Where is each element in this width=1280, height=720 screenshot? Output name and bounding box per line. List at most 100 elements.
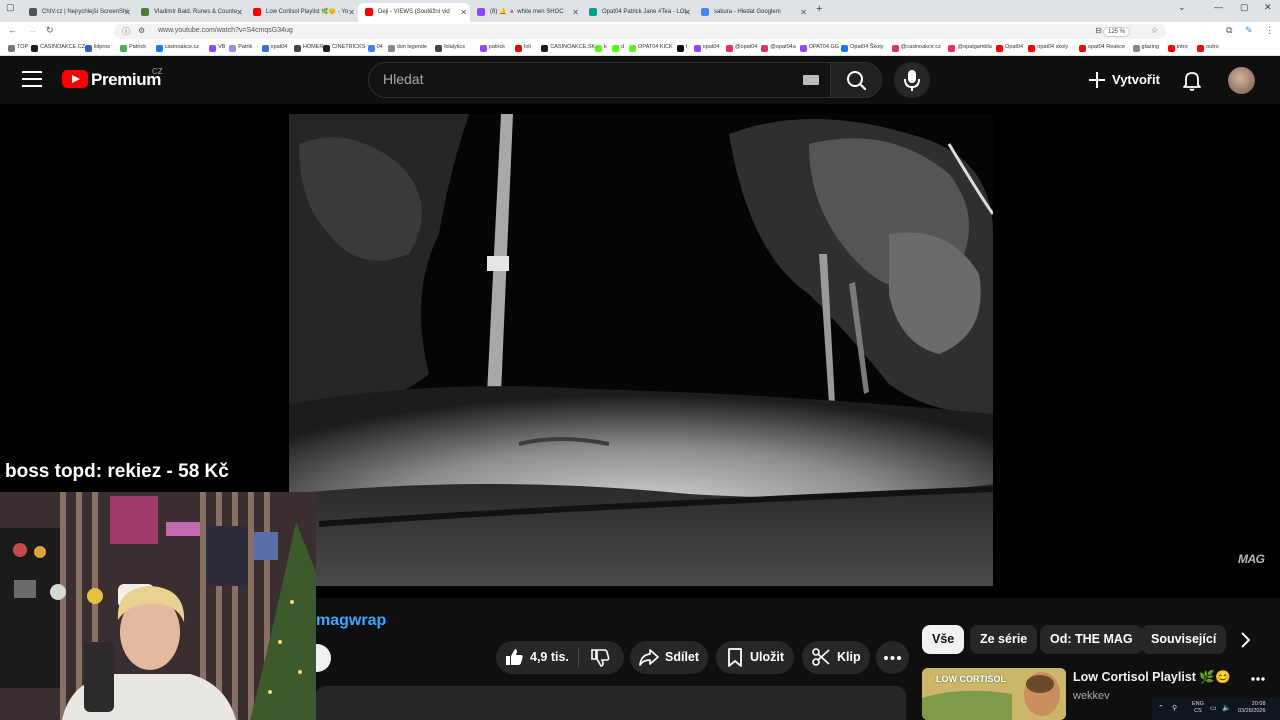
- bookmark-item[interactable]: opat04: [261, 44, 287, 52]
- search-button[interactable]: [830, 62, 882, 98]
- bookmark-item[interactable]: casinoakce.cz: [155, 44, 199, 52]
- browser-tab[interactable]: Low Cortisol Playlist 🌿😊 - Yo ✕: [246, 3, 358, 22]
- like-button[interactable]: 4,9 tis.: [496, 641, 578, 674]
- close-tab-icon[interactable]: ✕: [124, 5, 131, 20]
- close-tab-icon[interactable]: ✕: [800, 5, 807, 20]
- bookmark-item[interactable]: opat04 Reakce: [1078, 44, 1125, 52]
- search-input[interactable]: [383, 71, 783, 87]
- extension-icon[interactable]: ✎: [1245, 25, 1253, 36]
- chips-next-button[interactable]: [1234, 629, 1256, 651]
- chip-all[interactable]: Vše: [922, 625, 965, 654]
- volume-icon[interactable]: 🔈: [1222, 704, 1231, 712]
- back-icon[interactable]: ←: [8, 25, 17, 35]
- bookmark-item[interactable]: outro: [1197, 44, 1219, 52]
- chip-from-channel[interactable]: Od: THE MAG: [1040, 625, 1143, 654]
- video-frame[interactable]: [289, 114, 993, 586]
- permissions-icon[interactable]: ⚙: [138, 26, 145, 35]
- install-app-icon[interactable]: ⊟: [1095, 26, 1102, 35]
- bookmark-item[interactable]: CASINOAKCE.CZ: [31, 44, 85, 52]
- bookmark-item[interactable]: opat04 skoly: [1028, 44, 1068, 52]
- bookmark-item[interactable]: k: [594, 44, 607, 52]
- dislike-button[interactable]: [579, 641, 624, 674]
- bookmark-item[interactable]: @opatgambla: [948, 44, 992, 52]
- bookmark-item[interactable]: @opat04: [725, 44, 757, 52]
- network-icon[interactable]: ▭: [1210, 704, 1217, 712]
- bookmark-item[interactable]: intro: [1167, 44, 1188, 52]
- reload-icon[interactable]: ↻: [46, 25, 54, 36]
- bookmark-item[interactable]: t: [676, 44, 687, 52]
- input-language[interactable]: ENG CS: [1192, 701, 1204, 715]
- tab-search-icon[interactable]: ⌄: [1178, 2, 1186, 13]
- bookmark-item[interactable]: @casinoakce.cz: [891, 44, 941, 52]
- bookmark-item[interactable]: glazing: [1132, 44, 1159, 52]
- voice-search-button[interactable]: [894, 62, 930, 98]
- tray-app-icon[interactable]: ⚲: [1172, 704, 1177, 712]
- bookmark-star-icon[interactable]: ☆: [1151, 26, 1158, 35]
- bookmark-item[interactable]: Opat04 Škoty: [841, 44, 883, 52]
- browser-tab[interactable]: Opat04 Patrick Jane #Tea - LOL ✕: [582, 3, 694, 22]
- recommendation-channel[interactable]: wekkev: [1073, 690, 1110, 702]
- save-button[interactable]: Uložit: [716, 641, 794, 674]
- tray-expand-icon[interactable]: ⌃: [1158, 704, 1164, 712]
- bookmark-item[interactable]: Patrick: [120, 44, 146, 52]
- bookmark-item[interactable]: CINETRICKS: [323, 44, 365, 52]
- new-tab-icon[interactable]: +: [816, 3, 822, 15]
- create-button[interactable]: Vytvořit: [1080, 65, 1168, 95]
- maximize-icon[interactable]: ▢: [1240, 2, 1249, 13]
- browser-tab[interactable]: Vladimír Bald, Runes & Counte ✕: [134, 3, 246, 22]
- more-actions-button[interactable]: [876, 641, 909, 674]
- close-tab-icon[interactable]: ✕: [572, 5, 579, 20]
- bookmark-item[interactable]: @opat04a: [761, 44, 796, 52]
- bookmark-item[interactable]: Patrik: [229, 44, 252, 52]
- tab-actions-icon[interactable]: ▢: [6, 2, 15, 13]
- browser-tab[interactable]: sakura - Hledat Googlem ✕: [694, 3, 810, 22]
- bookmark-item[interactable]: OPAT04.GG: [799, 44, 839, 52]
- close-tab-icon[interactable]: ✕: [348, 5, 355, 20]
- youtube-logo-icon[interactable]: [62, 70, 88, 88]
- description-box[interactable]: [316, 686, 906, 720]
- site-info-icon[interactable]: ⓘ: [122, 26, 130, 37]
- bookmark-item[interactable]: CASINOAKCE.SK: [541, 44, 595, 52]
- browser-tab[interactable]: (8) 🔔 🔺 white men SHOC ✕: [470, 3, 582, 22]
- bookmark-item[interactable]: d: [612, 44, 624, 52]
- browser-menu-icon[interactable]: ⋮: [1265, 25, 1274, 36]
- bookmark-item[interactable]: TOP: [8, 44, 28, 52]
- minimize-icon[interactable]: —: [1214, 2, 1223, 12]
- account-avatar[interactable]: [1228, 67, 1255, 94]
- recommendation-thumbnail[interactable]: LOW CORTISOL: [922, 668, 1066, 720]
- url-field[interactable]: ⓘ ⚙ www.youtube.com/watch?v=S4cmqsG34ug …: [114, 24, 1166, 39]
- bookmark-item[interactable]: HOMER: [293, 44, 323, 52]
- channel-watermark[interactable]: MAG: [1238, 552, 1265, 566]
- recommendation-more-button[interactable]: [1250, 672, 1266, 686]
- clock[interactable]: 20:08 03/28/2026: [1238, 701, 1266, 715]
- close-tab-icon[interactable]: ✕: [236, 5, 243, 20]
- bookmark-item[interactable]: loli: [515, 44, 531, 52]
- zoom-level-badge[interactable]: 125 %: [1102, 27, 1130, 37]
- share-button[interactable]: Sdílet: [630, 641, 708, 674]
- bookmark-item[interactable]: lolpros: [84, 44, 110, 52]
- bookmark-item[interactable]: VB: [209, 44, 225, 52]
- clip-button[interactable]: Klip: [802, 641, 870, 674]
- youtube-brand[interactable]: Premium: [91, 70, 161, 90]
- close-window-icon[interactable]: ✕: [1264, 2, 1272, 13]
- bookmark-item[interactable]: OPAT04 KICK: [629, 44, 673, 52]
- menu-hamburger-icon[interactable]: [22, 71, 42, 87]
- chip-from-series[interactable]: Ze série: [970, 625, 1038, 654]
- bookmark-item[interactable]: patrick: [479, 44, 505, 52]
- forward-icon[interactable]: →: [28, 25, 37, 35]
- channel-name-link[interactable]: magwrap: [316, 612, 386, 630]
- chip-related[interactable]: Související: [1141, 625, 1227, 654]
- close-tab-icon[interactable]: ✕: [460, 5, 467, 20]
- keyboard-icon[interactable]: [803, 75, 819, 85]
- recommendation-title[interactable]: Low Cortisol Playlist 🌿😊: [1073, 670, 1231, 685]
- bookmark-item[interactable]: 04: [367, 44, 383, 52]
- bookmark-item[interactable]: lolalytics: [435, 44, 465, 52]
- bookmark-item[interactable]: Opat04: [996, 44, 1023, 52]
- bookmark-item[interactable]: opat04: [693, 44, 719, 52]
- bookmark-item[interactable]: don legende: [387, 44, 427, 52]
- notifications-button[interactable]: [1180, 68, 1204, 92]
- close-tab-icon[interactable]: ✕: [684, 5, 691, 20]
- extensions-icon[interactable]: ⧉: [1226, 25, 1232, 36]
- browser-tab[interactable]: ChIV.cz | Nejrychlejší ScreenShi ✕: [22, 3, 134, 22]
- browser-tab-active[interactable]: Deji - VIEWS (Soutěžní vid ✕: [358, 3, 470, 22]
